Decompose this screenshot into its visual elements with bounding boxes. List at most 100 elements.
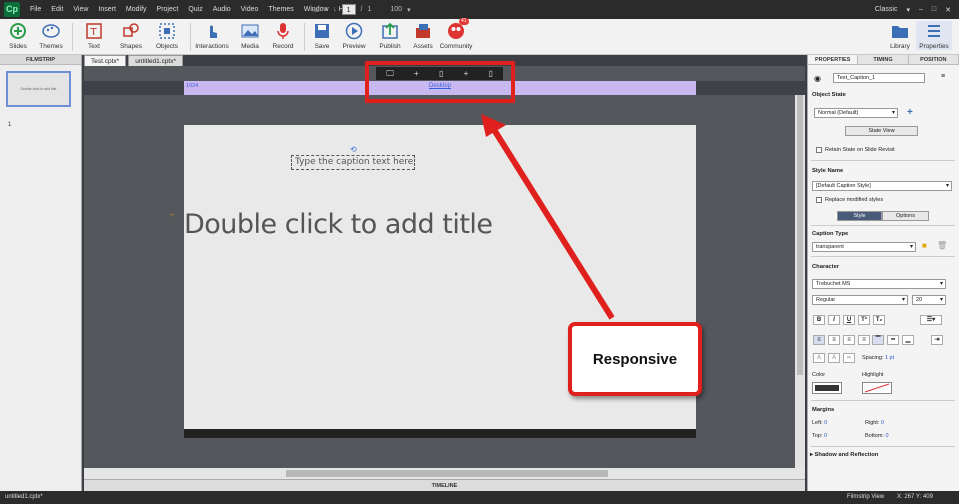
style-name-select[interactable]: [Default Caption Style] bbox=[812, 181, 952, 191]
style-subtab[interactable]: Style bbox=[837, 211, 882, 221]
save-icon bbox=[312, 21, 332, 41]
slide-navigation: ▭ ↑ ↓ 1 / 1 100 ▾ bbox=[313, 3, 411, 16]
community-button[interactable]: 41 Community bbox=[438, 18, 474, 50]
highlight-swatch[interactable] bbox=[862, 382, 892, 394]
object-name-input[interactable]: Text_Caption_1 bbox=[833, 73, 925, 83]
assets-button[interactable]: Assets bbox=[405, 21, 441, 50]
menu-edit[interactable]: Edit bbox=[46, 0, 68, 19]
workspace-selector[interactable]: Classic bbox=[875, 6, 898, 13]
superscript-button[interactable]: T² bbox=[858, 315, 870, 325]
subscript-button[interactable]: T₂ bbox=[873, 315, 885, 325]
menu-quiz[interactable]: Quiz bbox=[183, 0, 207, 19]
timeline-panel-header[interactable]: TIMELINE bbox=[84, 479, 805, 491]
play-icon bbox=[344, 21, 364, 41]
horizontal-scrollbar[interactable] bbox=[84, 468, 805, 479]
chevron-down-icon[interactable]: ▾ bbox=[906, 6, 910, 14]
slides-button[interactable]: Slides bbox=[0, 21, 36, 50]
replace-styles-checkbox[interactable] bbox=[816, 197, 822, 203]
folder-icon[interactable]: ■ bbox=[922, 241, 927, 250]
color-swatch[interactable] bbox=[812, 382, 842, 394]
interactions-button[interactable]: Interactions bbox=[194, 21, 230, 50]
eye-icon[interactable]: ◉ bbox=[814, 74, 821, 83]
caption-type-select[interactable]: transparent bbox=[812, 242, 916, 252]
align-right-button[interactable]: ≡ bbox=[843, 335, 855, 345]
spacing-value[interactable]: 1 pt bbox=[885, 355, 894, 361]
menu-video[interactable]: Video bbox=[236, 0, 264, 19]
italic-button[interactable]: I bbox=[828, 315, 840, 325]
text-effect-icon[interactable]: A bbox=[828, 353, 840, 363]
align-center-button[interactable]: ≡ bbox=[828, 335, 840, 345]
state-select[interactable]: Normal (Default) bbox=[814, 108, 898, 118]
total-slides: 1 bbox=[367, 6, 372, 13]
library-button[interactable]: Library bbox=[882, 21, 918, 50]
font-style-select[interactable]: Regular bbox=[812, 295, 908, 305]
align-middle-button[interactable]: ━ bbox=[887, 335, 899, 345]
indent-button[interactable]: ⇥ bbox=[931, 335, 943, 345]
tab-untitled1[interactable]: untitled1.cptx* bbox=[128, 55, 184, 66]
down-arrow-icon[interactable]: ↓ bbox=[333, 6, 337, 13]
tab-test[interactable]: Test.cptx* bbox=[84, 55, 127, 66]
top-margin-value[interactable]: 0 bbox=[824, 433, 827, 439]
themes-button[interactable]: Themes bbox=[33, 21, 69, 50]
close-icon[interactable]: ✕ bbox=[945, 6, 951, 14]
tab-properties[interactable]: PROPERTIES bbox=[808, 55, 859, 64]
menu-icon[interactable]: ≡ bbox=[941, 73, 945, 80]
slide-thumbnail[interactable]: Double click to add title bbox=[6, 71, 71, 107]
chevron-down-icon[interactable]: ▾ bbox=[407, 6, 411, 14]
menu-project[interactable]: Project bbox=[152, 0, 184, 19]
scrollbar-thumb[interactable] bbox=[797, 95, 803, 375]
bottom-margin-value[interactable]: 0 bbox=[885, 433, 888, 439]
align-left-button[interactable]: ≡ bbox=[813, 335, 825, 345]
maximize-icon[interactable]: □ bbox=[932, 6, 936, 13]
slide-title-placeholder[interactable]: Double click to add title bbox=[184, 209, 493, 240]
left-margin-value[interactable]: 0 bbox=[824, 420, 827, 426]
vertical-scrollbar[interactable] bbox=[795, 95, 805, 468]
hand-pointer-icon bbox=[202, 21, 222, 41]
add-state-icon[interactable]: + bbox=[907, 107, 913, 118]
properties-button[interactable]: Properties bbox=[916, 21, 952, 50]
menu-view[interactable]: View bbox=[68, 0, 93, 19]
menu-insert[interactable]: Insert bbox=[93, 0, 121, 19]
text-button[interactable]: T Text bbox=[76, 21, 112, 50]
retain-state-checkbox[interactable] bbox=[816, 147, 822, 153]
menu-file[interactable]: File bbox=[25, 0, 46, 19]
state-view-button[interactable]: State View bbox=[845, 126, 918, 136]
minimize-icon[interactable]: – bbox=[919, 6, 923, 13]
menu-themes[interactable]: Themes bbox=[263, 0, 298, 19]
monitor-icon[interactable]: ▭ bbox=[313, 6, 320, 14]
rotate-handle-icon[interactable]: ⟲ bbox=[350, 145, 357, 154]
tab-position[interactable]: POSITION bbox=[908, 55, 959, 64]
current-slide-input[interactable]: 1 bbox=[341, 4, 356, 15]
justify-button[interactable]: ≡ bbox=[858, 335, 870, 345]
link-icon[interactable]: ∞ bbox=[843, 353, 855, 363]
record-button[interactable]: Record bbox=[265, 21, 301, 50]
save-button[interactable]: Save bbox=[304, 21, 340, 50]
preview-button[interactable]: Preview bbox=[336, 21, 372, 50]
scrollbar-thumb[interactable] bbox=[286, 470, 608, 477]
shapes-button[interactable]: Shapes bbox=[113, 21, 149, 50]
objects-button[interactable]: Objects bbox=[149, 21, 185, 50]
align-bottom-button[interactable]: ▁ bbox=[902, 335, 914, 345]
up-arrow-icon[interactable]: ↑ bbox=[325, 6, 329, 13]
status-bar: untitled1.cptx* Filmstrip View X: 267 Y:… bbox=[0, 491, 959, 504]
font-family-select[interactable]: Trebuchet MS bbox=[812, 279, 946, 289]
align-top-button[interactable]: ▔ bbox=[872, 335, 884, 345]
shadow-reflection-heading[interactable]: ▸ Shadow and Reflection bbox=[810, 452, 878, 458]
bullets-dropdown[interactable]: ☰▾ bbox=[920, 315, 942, 325]
tab-timing[interactable]: TIMING bbox=[858, 55, 909, 64]
media-button[interactable]: Media bbox=[232, 21, 268, 50]
menu-modify[interactable]: Modify bbox=[121, 0, 152, 19]
options-subtab[interactable]: Options bbox=[882, 211, 929, 221]
publish-button[interactable]: Publish bbox=[372, 21, 408, 50]
underline-button[interactable]: U bbox=[843, 315, 855, 325]
zoom-level[interactable]: 100 bbox=[390, 6, 402, 13]
right-margin-value[interactable]: 0 bbox=[881, 420, 884, 426]
toolbar-divider bbox=[190, 23, 191, 51]
text-caption[interactable]: Type the caption text here bbox=[291, 155, 415, 170]
bold-button[interactable]: B bbox=[813, 315, 825, 325]
trash-icon[interactable]: 🗑 bbox=[937, 241, 947, 250]
menu-audio[interactable]: Audio bbox=[208, 0, 236, 19]
palette-icon bbox=[41, 21, 61, 41]
font-size-select[interactable]: 20 bbox=[912, 295, 946, 305]
text-effect-icon[interactable]: A bbox=[813, 353, 825, 363]
